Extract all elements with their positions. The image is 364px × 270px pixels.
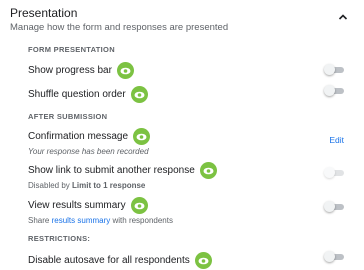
eye-icon[interactable] — [116, 62, 134, 79]
row-show-progress-bar: Show progress bar — [28, 60, 348, 79]
row-submit-another-response: Show link to submit another response Dis… — [28, 160, 348, 191]
section-subtitle: Manage how the form and responses are pr… — [10, 22, 229, 33]
row-subtitle-prefix: Share — [28, 216, 52, 225]
section-title: Presentation — [10, 6, 78, 20]
row-view-results-summary: View results summary Share results summa… — [28, 195, 348, 226]
eye-icon[interactable] — [133, 128, 151, 145]
results-summary-link[interactable]: results summary — [52, 216, 111, 225]
shuffle-toggle[interactable] — [324, 85, 344, 96]
another-response-toggle — [324, 167, 344, 178]
row-disable-autosave: Disable autosave for all respondents — [28, 250, 348, 269]
eye-icon[interactable] — [130, 86, 148, 103]
section-label-restrictions: RESTRICTIONS: — [28, 234, 91, 243]
section-label-form-presentation: FORM PRESENTATION — [28, 45, 115, 54]
autosave-toggle[interactable] — [324, 251, 344, 262]
row-title: View results summary — [28, 200, 126, 211]
row-shuffle-question-order: Shuffle question order — [28, 84, 348, 103]
row-title: Shuffle question order — [28, 89, 126, 100]
edit-confirmation-link[interactable]: Edit — [329, 135, 344, 145]
progress-bar-toggle[interactable] — [324, 64, 344, 75]
chevron-up-icon[interactable] — [336, 10, 350, 24]
presentation-header: Presentation Manage how the form and res… — [10, 6, 356, 34]
row-subtitle-prefix: Disabled by — [28, 181, 73, 190]
row-title: Disable autosave for all respondents — [28, 255, 190, 266]
row-title: Show link to submit another response — [28, 165, 195, 176]
row-subtitle-bold: Limit to 1 response — [72, 181, 146, 190]
row-confirmation-message: Confirmation message Your response has b… — [28, 126, 348, 157]
eye-icon[interactable] — [199, 162, 217, 179]
eye-icon[interactable] — [130, 197, 148, 214]
eye-icon[interactable] — [194, 252, 212, 269]
row-subtitle-suffix: with respondents — [110, 216, 173, 225]
results-summary-toggle[interactable] — [324, 201, 344, 212]
row-subtitle: Your response has been recorded — [28, 147, 149, 156]
row-title: Confirmation message — [28, 131, 129, 142]
section-label-after-submission: AFTER SUBMISSION — [28, 112, 108, 121]
row-title: Show progress bar — [28, 65, 112, 76]
